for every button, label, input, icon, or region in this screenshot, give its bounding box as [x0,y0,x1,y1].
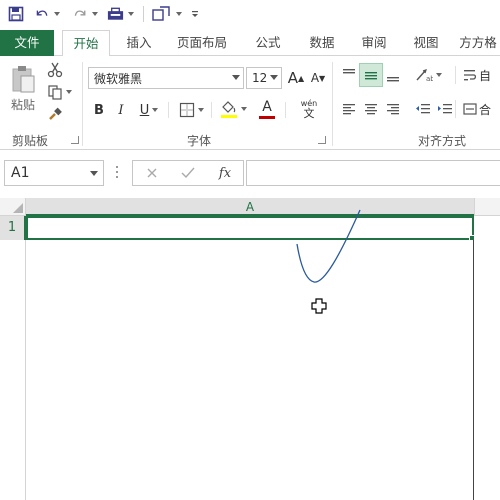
annotation-curve [296,209,361,283]
cross-cursor-icon [311,298,327,314]
